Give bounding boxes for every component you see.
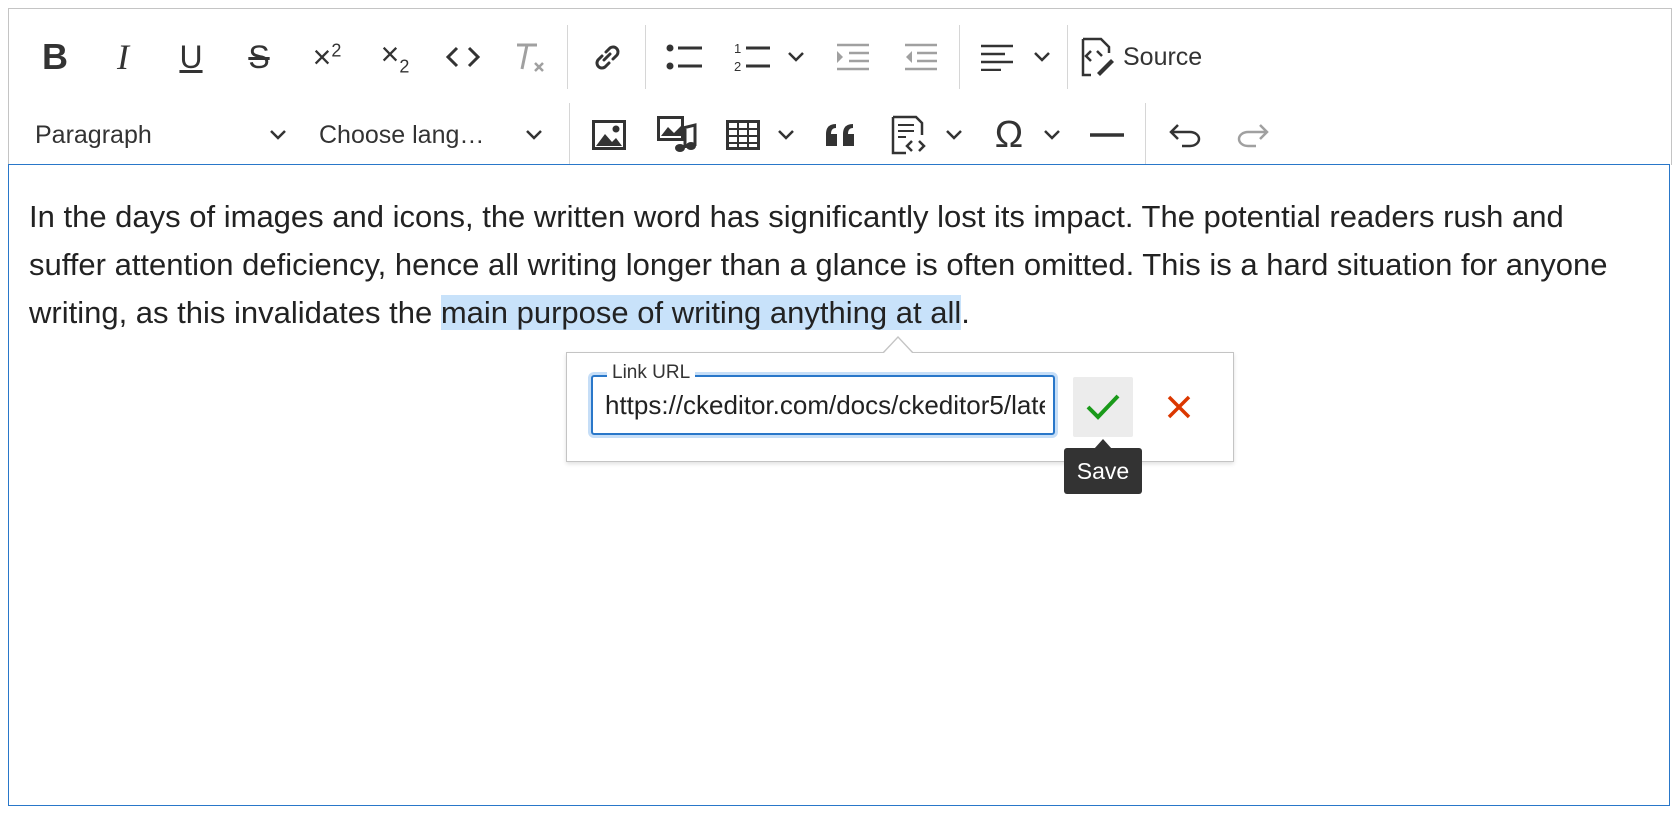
numbered-list-dropdown[interactable] <box>787 19 805 95</box>
link-form-balloon: Link URL <box>566 352 1234 462</box>
code-block-icon <box>891 115 926 155</box>
link-url-field[interactable]: Link URL <box>591 363 1055 435</box>
link-icon <box>595 45 620 70</box>
insert-table-button[interactable] <box>715 97 771 173</box>
paragraph-end: . <box>961 295 970 330</box>
heading-dropdown-label: Paragraph <box>35 120 152 149</box>
outdent-button[interactable] <box>891 19 951 95</box>
strikethrough-button[interactable]: S <box>231 19 287 95</box>
redo-button[interactable] <box>1223 97 1283 173</box>
media-icon <box>657 116 697 152</box>
italic-button[interactable]: I <box>95 19 151 95</box>
blockquote-icon <box>826 124 854 146</box>
source-label: Source <box>1123 42 1203 71</box>
align-dropdown[interactable] <box>1033 19 1051 95</box>
language-dropdown-label: Choose lang… <box>319 120 485 149</box>
content-paragraph[interactable]: In the days of images and icons, the wri… <box>29 193 1649 337</box>
chevron-down-icon <box>270 130 286 140</box>
subscript-icon: ×2 <box>380 36 410 77</box>
code-button[interactable] <box>433 19 493 95</box>
horizontal-line-icon <box>1090 133 1124 137</box>
toolbar-separator <box>567 25 568 89</box>
chevron-down-icon <box>946 130 962 140</box>
bulleted-list-icon <box>666 44 702 70</box>
bold-button[interactable]: B <box>27 19 83 95</box>
indent-button[interactable] <box>823 19 883 95</box>
bold-icon: B <box>42 36 68 77</box>
balloon-arrow-inner <box>883 338 913 354</box>
remove-format-icon <box>517 43 544 72</box>
superscript-icon: ×2 <box>312 38 342 75</box>
code-block-button[interactable] <box>881 97 937 173</box>
code-block-dropdown[interactable] <box>945 97 963 173</box>
blockquote-button[interactable] <box>811 97 871 173</box>
svg-text:1: 1 <box>734 41 741 56</box>
table-icon <box>726 120 760 150</box>
underline-icon: U <box>179 38 203 75</box>
undo-icon <box>1169 124 1201 148</box>
toolbar-separator <box>569 103 570 167</box>
toolbar-separator <box>959 25 960 89</box>
link-button[interactable] <box>577 19 637 95</box>
toolbar-row-2: Paragraph Choose lang… Ω <box>9 97 1671 173</box>
cancel-button[interactable] <box>1149 377 1209 437</box>
omega-icon: Ω <box>994 113 1024 156</box>
toolbar-row-1: B I U S ×2 ×2 1 2 Source <box>9 19 1671 95</box>
toolbar-separator <box>645 25 646 89</box>
editor-toolbar: B I U S ×2 ×2 1 2 Source Paragraph Choos… <box>8 8 1672 167</box>
remove-format-button[interactable] <box>501 19 561 95</box>
insert-media-button[interactable] <box>647 97 707 173</box>
check-icon <box>1086 394 1120 420</box>
chevron-down-icon <box>778 130 794 140</box>
toolbar-separator <box>1067 25 1068 89</box>
chevron-down-icon <box>1034 52 1050 62</box>
close-icon <box>1167 395 1191 419</box>
special-characters-dropdown[interactable] <box>1043 97 1061 173</box>
superscript-button[interactable]: ×2 <box>297 19 357 95</box>
source-icon <box>1081 37 1114 77</box>
outdent-icon <box>905 43 937 71</box>
italic-icon: I <box>117 37 129 77</box>
image-icon <box>592 120 626 150</box>
indent-icon <box>837 43 869 71</box>
numbered-list-button[interactable]: 12 <box>725 19 781 95</box>
subscript-button[interactable]: ×2 <box>365 19 425 95</box>
link-url-label: Link URL <box>607 363 696 383</box>
bulleted-list-button[interactable] <box>655 19 715 95</box>
chevron-down-icon <box>526 130 542 140</box>
source-button[interactable]: Source <box>1077 19 1227 95</box>
chevron-down-icon <box>1044 130 1060 140</box>
table-dropdown[interactable] <box>777 97 795 173</box>
code-icon <box>445 46 481 68</box>
save-tooltip: Save <box>1064 448 1142 494</box>
numbered-list-icon: 12 <box>734 41 770 73</box>
toolbar-separator <box>1145 103 1146 167</box>
strikethrough-icon: S <box>248 38 270 75</box>
horizontal-line-button[interactable] <box>1077 97 1137 173</box>
align-left-icon <box>981 44 1013 71</box>
selected-text: main purpose of writing anything at all <box>440 295 962 330</box>
insert-image-button[interactable] <box>579 97 639 173</box>
link-url-input[interactable] <box>605 387 1045 423</box>
undo-button[interactable] <box>1155 97 1215 173</box>
language-dropdown[interactable]: Choose lang… <box>311 97 543 173</box>
align-button[interactable] <box>969 19 1025 95</box>
special-characters-button[interactable]: Ω <box>979 97 1039 173</box>
save-button[interactable] <box>1073 377 1133 437</box>
heading-dropdown[interactable]: Paragraph <box>27 97 287 173</box>
editor-content[interactable]: In the days of images and icons, the wri… <box>8 164 1670 806</box>
redo-icon <box>1237 124 1269 148</box>
svg-text:2: 2 <box>734 59 741 73</box>
chevron-down-icon <box>788 52 804 62</box>
underline-button[interactable]: U <box>163 19 219 95</box>
